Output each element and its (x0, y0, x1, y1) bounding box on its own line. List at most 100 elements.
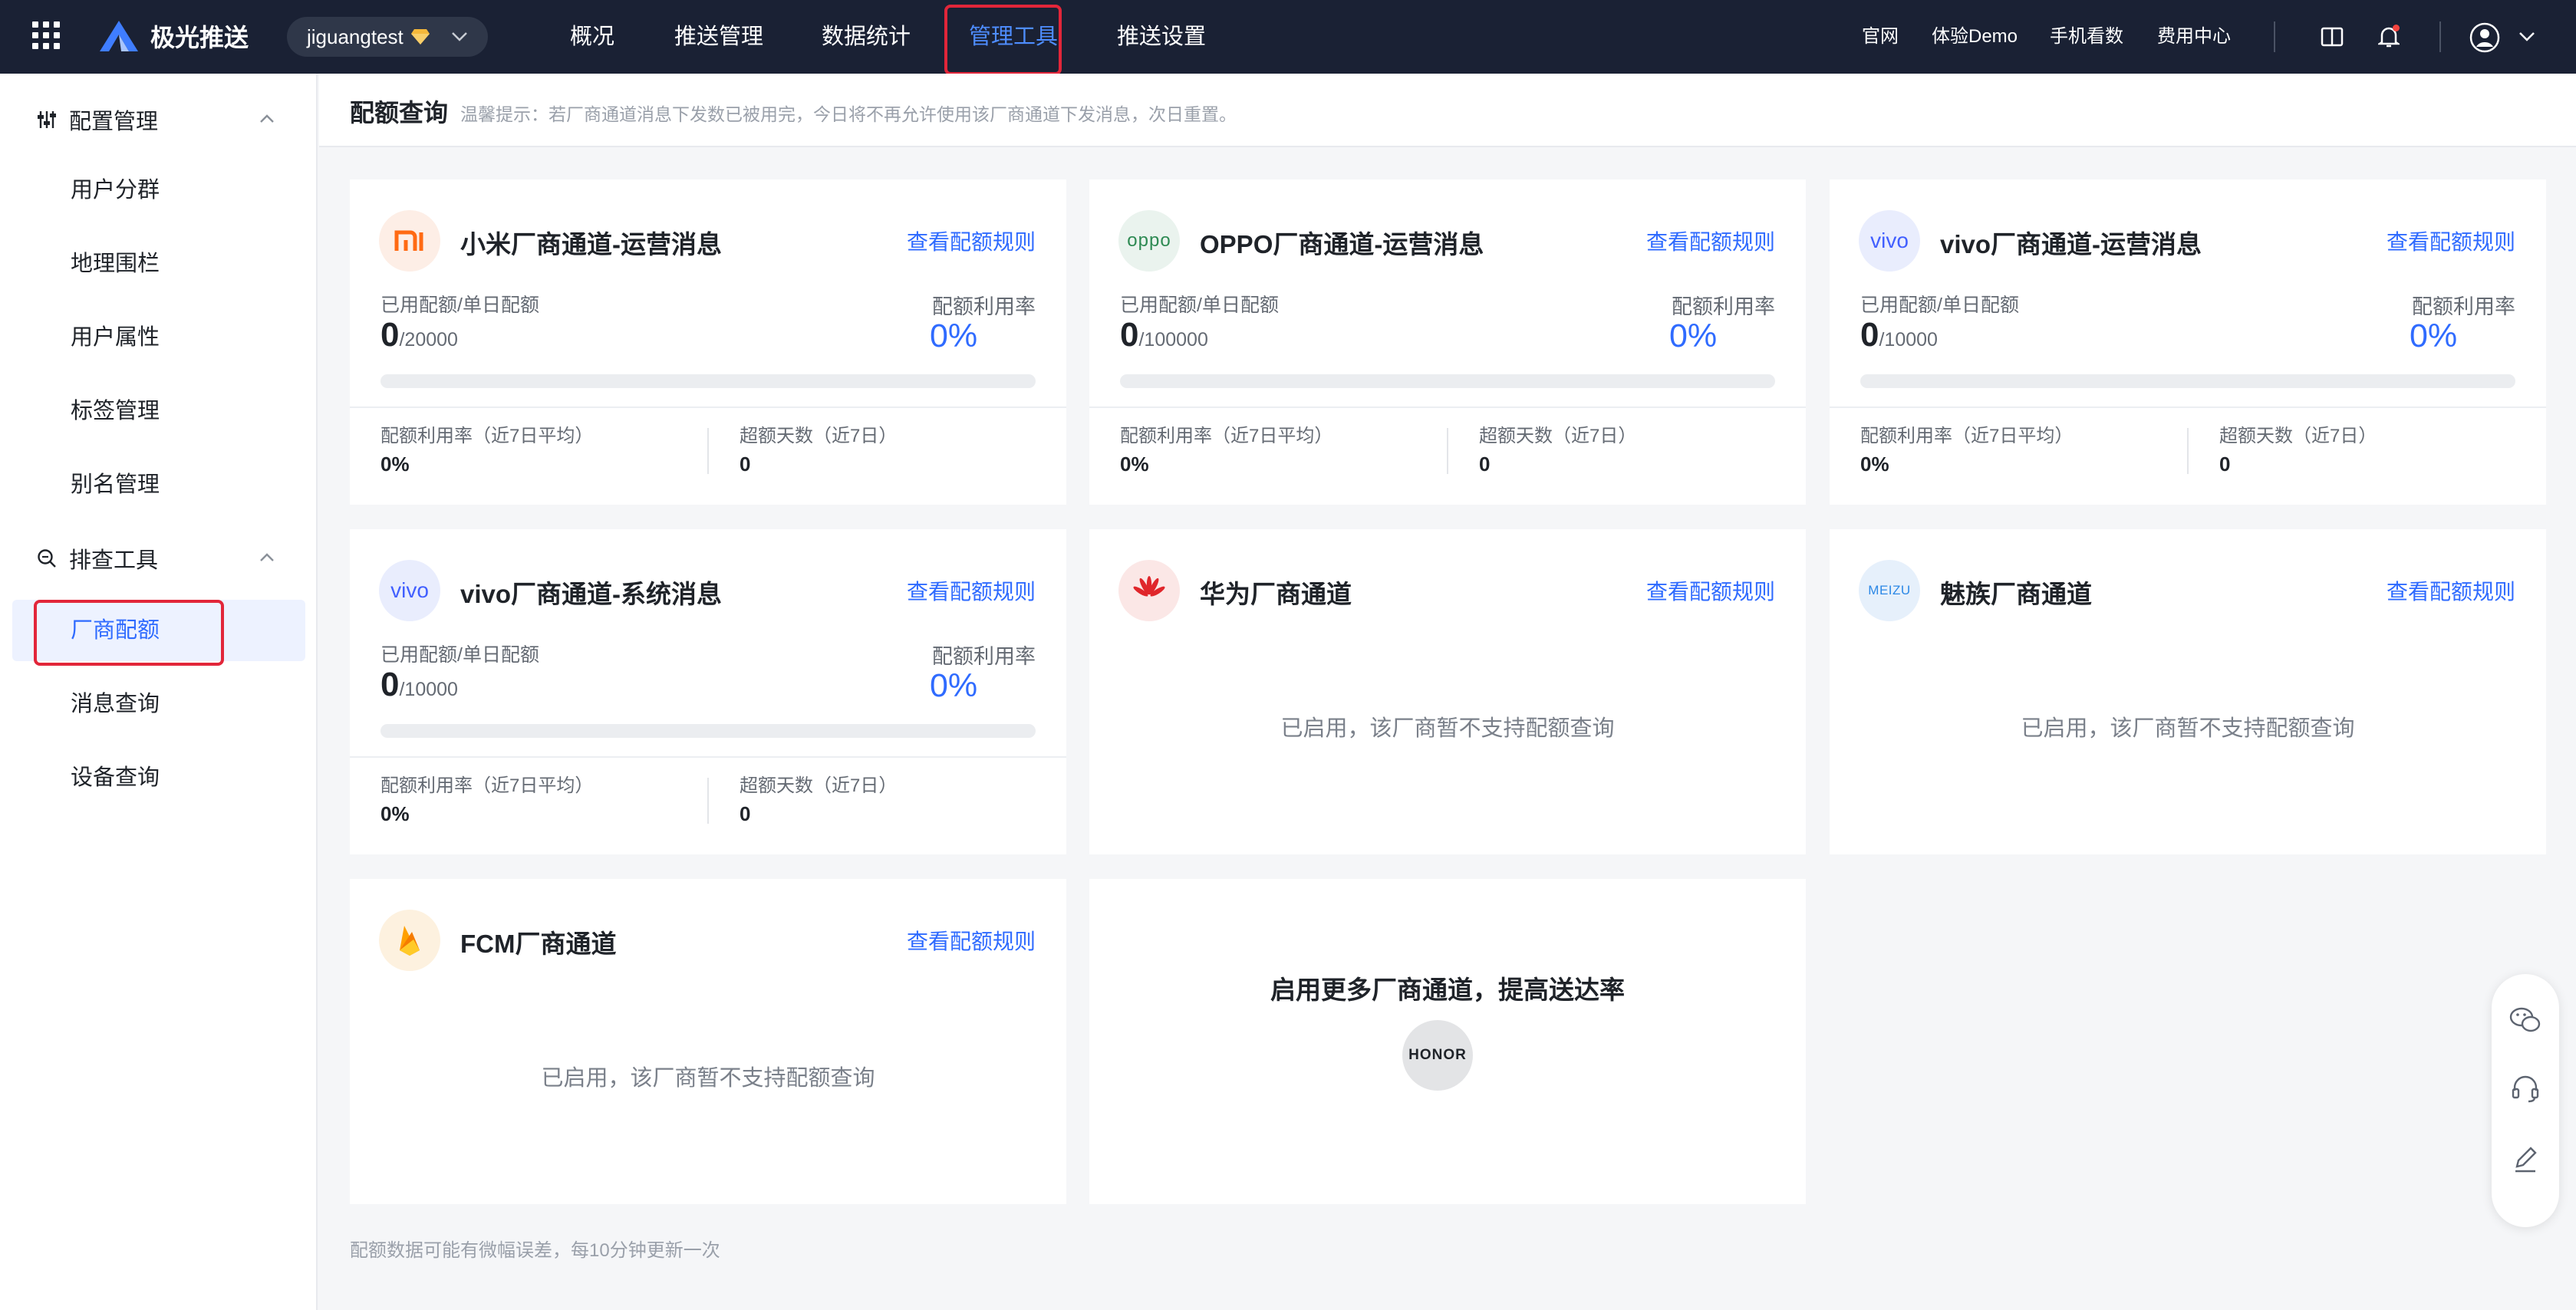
link-demo[interactable]: 体验Demo (1932, 0, 2018, 74)
quota-rate-value: 0% (1669, 318, 1718, 354)
sidebar-group-config[interactable]: 配置管理 (37, 97, 158, 143)
vivo-logo-icon: vivo (1859, 210, 1920, 272)
sidebar-item-tag-management[interactable]: 标签管理 (71, 388, 160, 434)
quota-rate-label: 配额利用率 (2412, 295, 2515, 318)
avg-rate-label: 配额利用率（近7日平均） (380, 426, 594, 446)
over-days-value: 0 (2219, 453, 2231, 476)
quota-rate-label: 配额利用率 (932, 295, 1036, 318)
app-name: jiguangtest (307, 25, 404, 48)
app-selector[interactable]: jiguangtest (287, 17, 488, 57)
view-quota-rules-link[interactable]: 查看配额规则 (2387, 225, 2515, 256)
chevron-up-icon[interactable] (259, 552, 275, 563)
used-quota-label: 已用配额/单日配额 (1860, 295, 2019, 316)
avg-rate-value: 0% (380, 802, 410, 825)
headset-support-icon[interactable] (2508, 1072, 2542, 1106)
app-grid-icon[interactable] (32, 21, 60, 49)
divider (707, 778, 709, 824)
view-quota-rules-link[interactable]: 查看配额规则 (1646, 225, 1775, 256)
nav-push-management[interactable]: 推送管理 (674, 0, 763, 74)
chevron-down-icon[interactable] (2512, 21, 2542, 52)
quota-rate-value: 0% (930, 667, 978, 704)
quota-rate-label: 配额利用率 (1672, 295, 1775, 318)
quota-card-huawei: 华为厂商通道 查看配额规则 已启用，该厂商暂不支持配额查询 (1089, 529, 1806, 854)
link-official-site[interactable]: 官网 (1862, 0, 1899, 74)
quota-card-xiaomi: 小米厂商通道-运营消息 查看配额规则 已用配额/单日配额 0/20000 配额利… (350, 179, 1066, 505)
quota-card-oppo: oppo OPPO厂商通道-运营消息 查看配额规则 已用配额/单日配额 0/10… (1089, 179, 1806, 505)
quota-card-vivo-system: vivo vivo厂商通道-系统消息 查看配额规则 已用配额/单日配额 0/10… (350, 529, 1066, 854)
card-title: vivo厂商通道-运营消息 (1940, 230, 2202, 258)
edit-feedback-icon[interactable] (2508, 1143, 2542, 1177)
quota-progress-bar (1120, 374, 1775, 388)
used-quota-label: 已用配额/单日配额 (380, 295, 539, 316)
view-quota-rules-link[interactable]: 查看配额规则 (2387, 575, 2515, 606)
divider (350, 756, 1066, 758)
notification-dot (2393, 25, 2400, 31)
divider (350, 406, 1066, 408)
page-title: 配额查询 (350, 99, 449, 127)
firebase-logo-icon (379, 910, 440, 971)
used-quota-label: 已用配额/单日配额 (1120, 295, 1279, 316)
card-title: 魅族厂商通道 (1940, 580, 2092, 608)
divider (1089, 406, 1806, 408)
sidebar-highlight-box (34, 600, 224, 666)
card-title: FCM厂商通道 (460, 930, 617, 958)
quota-progress-bar (380, 374, 1036, 388)
unsupported-message: 已启用，该厂商暂不支持配额查询 (541, 1066, 875, 1091)
link-billing[interactable]: 费用中心 (2157, 0, 2231, 74)
sidebar-item-geofence[interactable]: 地理围栏 (71, 241, 160, 287)
divider (2187, 428, 2189, 474)
oppo-logo-icon: oppo (1118, 210, 1180, 272)
nav-data-statistics[interactable]: 数据统计 (822, 0, 911, 74)
over-days-label: 超额天数（近7日） (2219, 426, 2377, 446)
search-icon (38, 549, 56, 568)
over-days-label: 超额天数（近7日） (740, 426, 898, 446)
view-quota-rules-link[interactable]: 查看配额规则 (907, 225, 1036, 256)
book-icon[interactable] (2317, 21, 2347, 52)
sidebar-group-label: 配置管理 (69, 110, 159, 134)
avg-rate-value: 0% (380, 453, 410, 476)
sidebar-item-user-segments[interactable]: 用户分群 (71, 167, 160, 213)
wechat-icon[interactable] (2508, 1003, 2542, 1037)
divider (2274, 21, 2275, 52)
brand-name: 极光推送 (150, 24, 249, 51)
nav-highlight-box (944, 5, 1062, 75)
quota-progress-bar (380, 724, 1036, 738)
link-mobile-view[interactable]: 手机看数 (2050, 0, 2123, 74)
promo-title: 启用更多厂商通道，提高送达率 (1270, 976, 1625, 1004)
view-quota-rules-link[interactable]: 查看配额规则 (907, 925, 1036, 956)
top-navbar: 极光推送 jiguangtest 概况 推送管理 数据统计 管理工具 推送设置 … (0, 0, 2576, 75)
sidebar-item-user-attributes[interactable]: 用户属性 (71, 314, 160, 360)
honor-logo-icon[interactable]: HONOR (1402, 1020, 1473, 1091)
page-tip: 温馨提示：若厂商通道消息下发数已被用完，今日将不再允许使用该厂商通道下发消息，次… (460, 104, 1237, 124)
chevron-down-icon (452, 32, 467, 41)
quota-rate-value: 0% (2410, 318, 2458, 354)
chevron-up-icon[interactable] (259, 114, 275, 124)
sidebar-item-message-query[interactable]: 消息查询 (71, 681, 160, 727)
promo-card-more-vendors: 启用更多厂商通道，提高送达率 HONOR (1089, 879, 1806, 1204)
sliders-icon (38, 111, 56, 128)
quota-rate-label: 配额利用率 (932, 645, 1036, 668)
diamond-icon (410, 29, 430, 44)
nav-overview[interactable]: 概况 (570, 0, 614, 74)
view-quota-rules-link[interactable]: 查看配额规则 (1646, 575, 1775, 606)
avatar-icon[interactable] (2469, 21, 2501, 54)
card-title: OPPO厂商通道-运营消息 (1200, 230, 1484, 258)
bell-icon[interactable] (2373, 21, 2404, 52)
sidebar-item-alias-management[interactable]: 别名管理 (71, 462, 160, 508)
floating-toolbar (2492, 974, 2559, 1227)
card-title: 华为厂商通道 (1200, 580, 1352, 608)
unsupported-message: 已启用，该厂商暂不支持配额查询 (1280, 716, 1615, 741)
brand-logo[interactable]: 极光推送 (98, 17, 249, 55)
sidebar-group-troubleshoot[interactable]: 排查工具 (37, 535, 158, 581)
nav-push-settings[interactable]: 推送设置 (1117, 0, 1206, 74)
jpush-logo-icon (100, 21, 138, 51)
xiaomi-logo-icon (379, 210, 440, 272)
view-quota-rules-link[interactable]: 查看配额规则 (907, 575, 1036, 606)
avg-rate-value: 0% (1120, 453, 1149, 476)
sidebar-item-device-query[interactable]: 设备查询 (71, 755, 160, 801)
sidebar: 配置管理 用户分群 地理围栏 用户属性 标签管理 别名管理 排查工具 厂商配额 … (0, 74, 318, 1310)
divider (1447, 428, 1448, 474)
divider (707, 428, 709, 474)
used-quota-value: 0/20000 (380, 316, 458, 354)
unsupported-message: 已启用，该厂商暂不支持配额查询 (2021, 716, 2355, 741)
